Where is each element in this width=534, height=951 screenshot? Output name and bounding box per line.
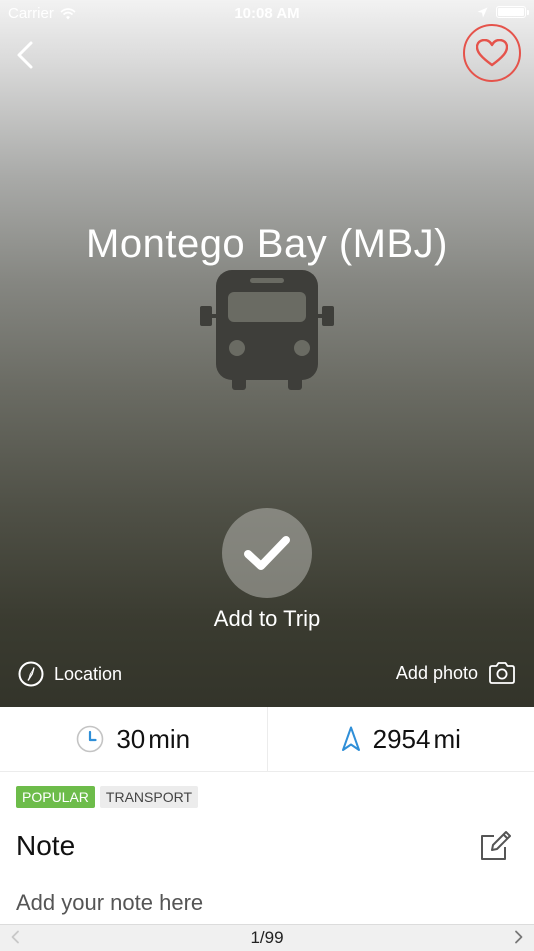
compass-icon — [18, 661, 44, 687]
heart-icon — [476, 39, 508, 67]
back-button[interactable] — [12, 38, 42, 72]
edit-icon — [478, 829, 512, 863]
tag-popular[interactable]: POPULAR — [16, 786, 95, 808]
distance-unit: mi — [433, 724, 460, 754]
edit-note-button[interactable] — [478, 829, 512, 863]
add-to-trip-button[interactable] — [222, 508, 312, 598]
navigation-arrow-icon — [341, 726, 361, 752]
battery-icon — [496, 6, 526, 18]
camera-icon — [488, 661, 516, 685]
battery-level — [498, 8, 524, 16]
location-arrow-icon — [477, 7, 488, 18]
tag-list: POPULAR TRANSPORT — [16, 786, 198, 808]
note-heading: Note — [16, 830, 75, 862]
duration-unit: min — [148, 724, 190, 754]
duration-value: 30min — [116, 724, 190, 755]
hero-header: Carrier 10:08 AM Montego Bay (MBJ) — [0, 0, 534, 707]
chevron-right-icon[interactable] — [514, 930, 524, 944]
location-button[interactable]: Location — [18, 661, 122, 687]
distance-value: 2954mi — [373, 724, 461, 755]
add-to-trip-label: Add to Trip — [0, 606, 534, 632]
chevron-left-icon — [12, 38, 42, 72]
location-label: Location — [54, 664, 122, 685]
status-bar: Carrier 10:08 AM — [0, 0, 534, 28]
distance-number: 2954 — [373, 724, 431, 754]
favorite-button[interactable] — [463, 24, 521, 82]
pager-bar: 1/99 — [0, 924, 534, 951]
bus-icon — [196, 268, 338, 394]
distance-stat: 2954mi — [267, 707, 534, 771]
add-photo-label: Add photo — [396, 663, 478, 684]
place-title: Montego Bay (MBJ) — [0, 222, 534, 267]
add-photo-button[interactable]: Add photo — [396, 661, 516, 685]
note-input[interactable] — [16, 890, 456, 916]
clock-icon — [76, 725, 104, 753]
page-indicator: 1/99 — [0, 928, 534, 948]
duration-stat: 30min — [0, 707, 267, 771]
tag-transport[interactable]: TRANSPORT — [100, 786, 198, 808]
status-time: 10:08 AM — [0, 5, 534, 22]
checkmark-icon — [243, 533, 291, 573]
status-indicators — [477, 6, 526, 18]
stats-bar: 30min 2954mi — [0, 707, 534, 772]
duration-number: 30 — [116, 724, 145, 754]
